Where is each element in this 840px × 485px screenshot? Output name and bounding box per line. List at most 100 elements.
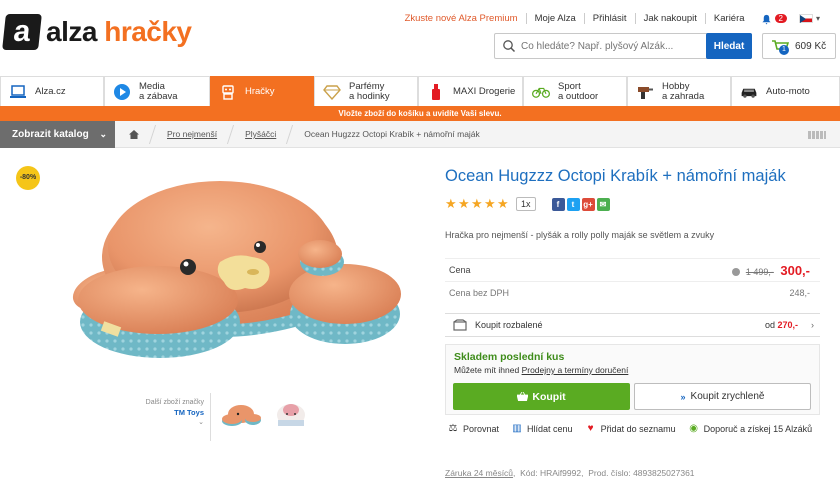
- breadcrumb: Zobrazit katalog ⌄ Pro nejmenší Plyšáčci…: [0, 120, 840, 148]
- price-novat: 248,-: [789, 288, 810, 298]
- breadcrumb-item[interactable]: Pro nejmenší: [153, 121, 231, 148]
- watch-price-label: Hlídat cenu: [527, 424, 573, 434]
- old-price: 1 499,-: [745, 266, 774, 277]
- price-chart-icon: ▥: [512, 423, 522, 434]
- recommend-label: Doporuč a získej 15 Alzáků: [703, 424, 813, 434]
- product-page: a alza hračky Zkuste nové Alza Premium M…: [0, 0, 840, 485]
- premium-link[interactable]: Zkuste nové Alza Premium: [397, 13, 526, 24]
- product-actions: ⚖ Porovnat ▥ Hlídat cenu ♥ Přidat do sez…: [447, 423, 824, 435]
- nav-label: Parfémy a hodinky: [349, 80, 390, 102]
- breadcrumb-current: Ocean Hugzzz Octopi Krabík + námořní maj…: [304, 129, 480, 139]
- delivery-link[interactable]: Prodejny a termíny doručení: [522, 365, 629, 375]
- chevron-down-icon[interactable]: ⌄: [120, 418, 204, 428]
- add-to-list-action[interactable]: ♥ Přidat do seznamu: [585, 423, 676, 435]
- compare-label: Porovnat: [463, 424, 500, 434]
- my-alza-link[interactable]: Moje Alza: [525, 13, 584, 24]
- logo-mark: a: [2, 14, 42, 50]
- star-icon: ★: [471, 196, 483, 211]
- nav-label: Media a zábava: [139, 80, 178, 102]
- breadcrumb-link[interactable]: Pro nejmenší: [167, 129, 217, 139]
- nav-item-media[interactable]: Media a zábava: [104, 76, 210, 106]
- add-to-list-label: Přidat do seznamu: [600, 424, 676, 434]
- home-icon[interactable]: [115, 121, 153, 148]
- facebook-icon[interactable]: f: [551, 197, 565, 211]
- rating[interactable]: ★ ★ ★ ★ ★ 1x f t g+ ✉: [445, 197, 610, 211]
- current-price: 300,-: [780, 262, 810, 278]
- watch-price-action[interactable]: ▥ Hlídat cenu: [511, 423, 573, 435]
- nav-label: Hračky: [245, 85, 275, 97]
- price-row: Cena 1 499,- 300,-: [445, 258, 820, 281]
- nav-item-hobby[interactable]: Hobby a zahrada: [627, 76, 731, 106]
- search-input[interactable]: [521, 40, 701, 52]
- heart-icon: ♥: [587, 423, 594, 434]
- star-icon: ★: [445, 196, 457, 211]
- search-button[interactable]: Hledat: [706, 33, 752, 59]
- brand-box[interactable]: Další zboží značky TM Toys ⌄: [120, 398, 210, 428]
- play-icon: [113, 83, 131, 101]
- laptop-icon: [9, 83, 27, 101]
- nav-item-perfume[interactable]: Parfémy a hodinky: [314, 76, 418, 106]
- unboxed-price: 270,-: [777, 320, 798, 330]
- thumbnail[interactable]: [269, 393, 313, 437]
- basket-icon: [517, 392, 529, 401]
- nav-item-drogerie[interactable]: MAXI Drogerie: [418, 76, 523, 106]
- logo-word-hracky: hračky: [104, 16, 192, 47]
- how-to-buy-link[interactable]: Jak nakoupit: [634, 13, 705, 24]
- price-novat-row: Cena bez DPH 248,-: [445, 281, 820, 304]
- notification-count: 2: [774, 14, 787, 23]
- thumbnail-strip: [210, 393, 313, 441]
- catalog-button[interactable]: Zobrazit katalog ⌄: [0, 120, 115, 148]
- chevron-down-icon[interactable]: ▾: [816, 14, 820, 23]
- info-icon[interactable]: [732, 268, 741, 277]
- buy-button[interactable]: Koupit: [453, 383, 630, 410]
- nav-label: Sport a outdoor: [558, 80, 599, 102]
- diamond-icon: [323, 83, 341, 101]
- grid-icon[interactable]: [808, 131, 826, 139]
- double-chevron-icon: »: [680, 391, 686, 402]
- breadcrumb-link[interactable]: Plyšáčci: [245, 129, 276, 139]
- recommend-action[interactable]: ◉ Doporuč a získej 15 Alzáků: [688, 423, 813, 435]
- login-link[interactable]: Přihlásit: [583, 13, 635, 24]
- robot-icon: [219, 83, 237, 101]
- breadcrumb-item[interactable]: Plyšáčci: [231, 121, 290, 148]
- cart-icon: 1: [771, 39, 790, 55]
- stock-note-text: Můžete mít ihned: [454, 365, 520, 375]
- brand-name[interactable]: TM Toys: [120, 408, 204, 418]
- nav-label: Hobby a zahrada: [662, 80, 705, 102]
- review-count[interactable]: 1x: [516, 197, 536, 211]
- nav-item-sport[interactable]: Sport a outdoor: [523, 76, 627, 106]
- alza-logo[interactable]: a alza hračky: [2, 14, 192, 50]
- discount-badge: -80%: [16, 166, 40, 190]
- compare-action[interactable]: ⚖ Porovnat: [447, 423, 500, 435]
- bell-icon[interactable]: [761, 14, 773, 25]
- buy-box: Skladem poslední kus Můžete mít ihned Pr…: [445, 344, 820, 415]
- product-image[interactable]: [40, 162, 410, 377]
- warranty-link[interactable]: Záruka 24 měsíců: [445, 468, 513, 478]
- star-icon: ★: [497, 196, 509, 211]
- unboxed-price-wrap: od 270,-: [765, 320, 798, 330]
- chevron-down-icon: ⌄: [99, 128, 107, 139]
- nav-item-auto[interactable]: Auto-moto: [731, 76, 840, 106]
- buy-unboxed-row[interactable]: Koupit rozbalené od 270,- ›: [445, 313, 820, 337]
- czech-flag-icon[interactable]: [798, 14, 813, 23]
- drill-icon: [636, 83, 654, 101]
- nav-label: Auto-moto: [766, 85, 810, 97]
- promo-banner[interactable]: Vložte zboží do košíku a uvidíte Vaši sl…: [0, 106, 840, 121]
- recommend-icon: ◉: [689, 423, 698, 434]
- career-link[interactable]: Kariéra: [704, 13, 753, 24]
- nav-item-toys[interactable]: Hračky: [210, 76, 314, 106]
- twitter-icon[interactable]: t: [566, 197, 580, 211]
- quick-buy-button[interactable]: » Koupit zrychleně: [634, 383, 811, 410]
- bike-icon: [532, 83, 550, 101]
- star-icon: ★: [484, 196, 496, 211]
- logo-word-alza: alza: [46, 16, 97, 47]
- nav-item-alza[interactable]: Alza.cz: [0, 76, 104, 106]
- cart-button[interactable]: 1 609 Kč: [762, 33, 836, 59]
- box-icon: [453, 319, 467, 331]
- email-icon[interactable]: ✉: [596, 197, 610, 211]
- chevron-right-icon: ›: [811, 320, 814, 330]
- google-plus-icon[interactable]: g+: [581, 197, 595, 211]
- search-box: Hledat: [494, 33, 752, 59]
- search-icon: [503, 40, 516, 53]
- thumbnail[interactable]: [219, 393, 263, 437]
